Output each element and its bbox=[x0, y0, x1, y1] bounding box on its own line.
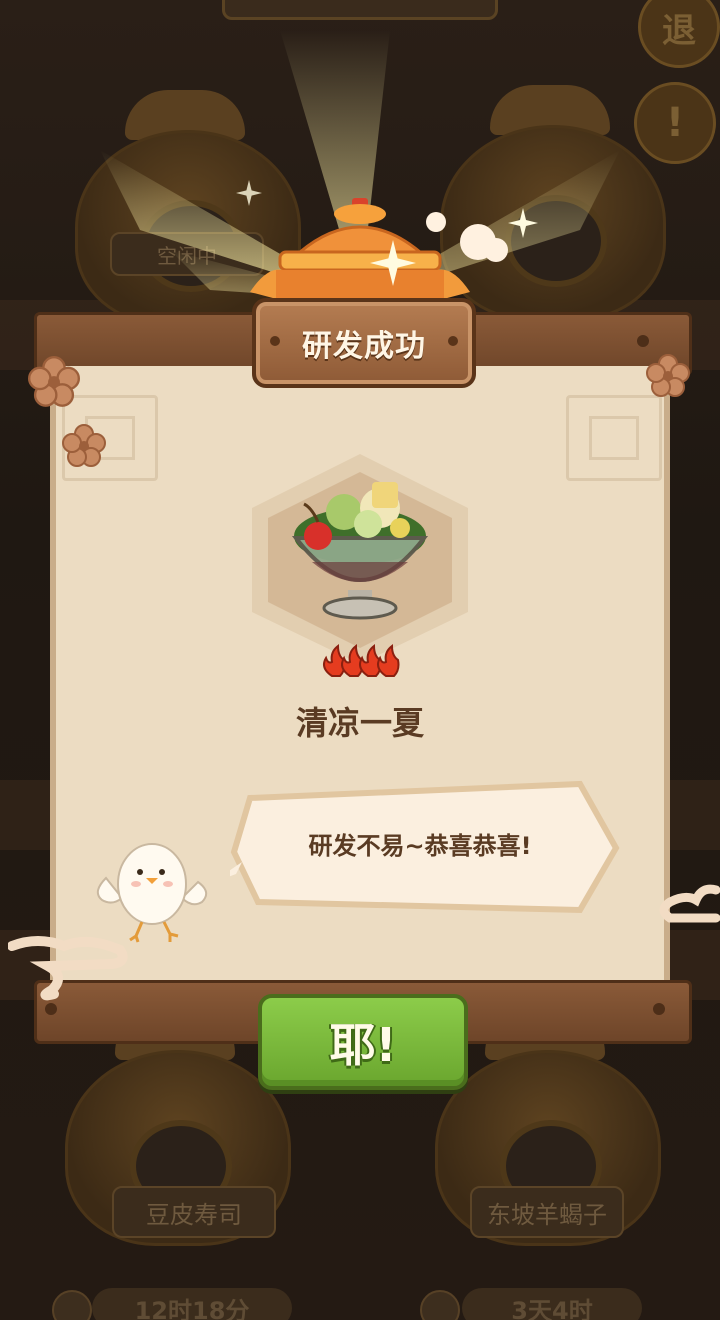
chick-mascot bbox=[96, 843, 208, 943]
confirm-button[interactable]: 耶! bbox=[258, 994, 468, 1090]
confirm-button-label: 耶! bbox=[329, 1018, 397, 1072]
sparkle-icon bbox=[236, 180, 262, 206]
pot-dish-label: 东坡羊蝎子 bbox=[470, 1186, 624, 1238]
flame-icon bbox=[323, 644, 346, 677]
speech-text: 研发不易~恭喜恭喜! bbox=[308, 832, 532, 860]
lattice-ornament bbox=[566, 395, 662, 481]
dialog-title-plate: 研发成功 bbox=[252, 298, 476, 388]
exit-button[interactable]: 退 bbox=[638, 0, 720, 68]
sparkle-icon bbox=[370, 240, 416, 286]
flower-icon bbox=[62, 424, 106, 467]
sparkle-icon bbox=[508, 208, 538, 238]
steam-icon bbox=[426, 212, 508, 262]
pot-timer: 12时18分 bbox=[92, 1288, 292, 1320]
exit-button-label: 退 bbox=[662, 10, 696, 51]
pot-timer: 3天4时 bbox=[462, 1288, 642, 1320]
pot-dish-label: 豆皮寿司 bbox=[112, 1186, 276, 1238]
clock-icon bbox=[420, 1290, 460, 1320]
flower-icon bbox=[646, 354, 690, 397]
dish-name: 清凉一夏 bbox=[295, 704, 424, 742]
clock-icon bbox=[52, 1290, 92, 1320]
dialog-title: 研发成功 bbox=[302, 329, 426, 364]
flower-icon bbox=[28, 356, 80, 407]
dish-frame bbox=[252, 454, 468, 664]
cloud-icon bbox=[659, 884, 720, 923]
heat-rating bbox=[320, 644, 402, 678]
top-tab bbox=[222, 0, 498, 20]
